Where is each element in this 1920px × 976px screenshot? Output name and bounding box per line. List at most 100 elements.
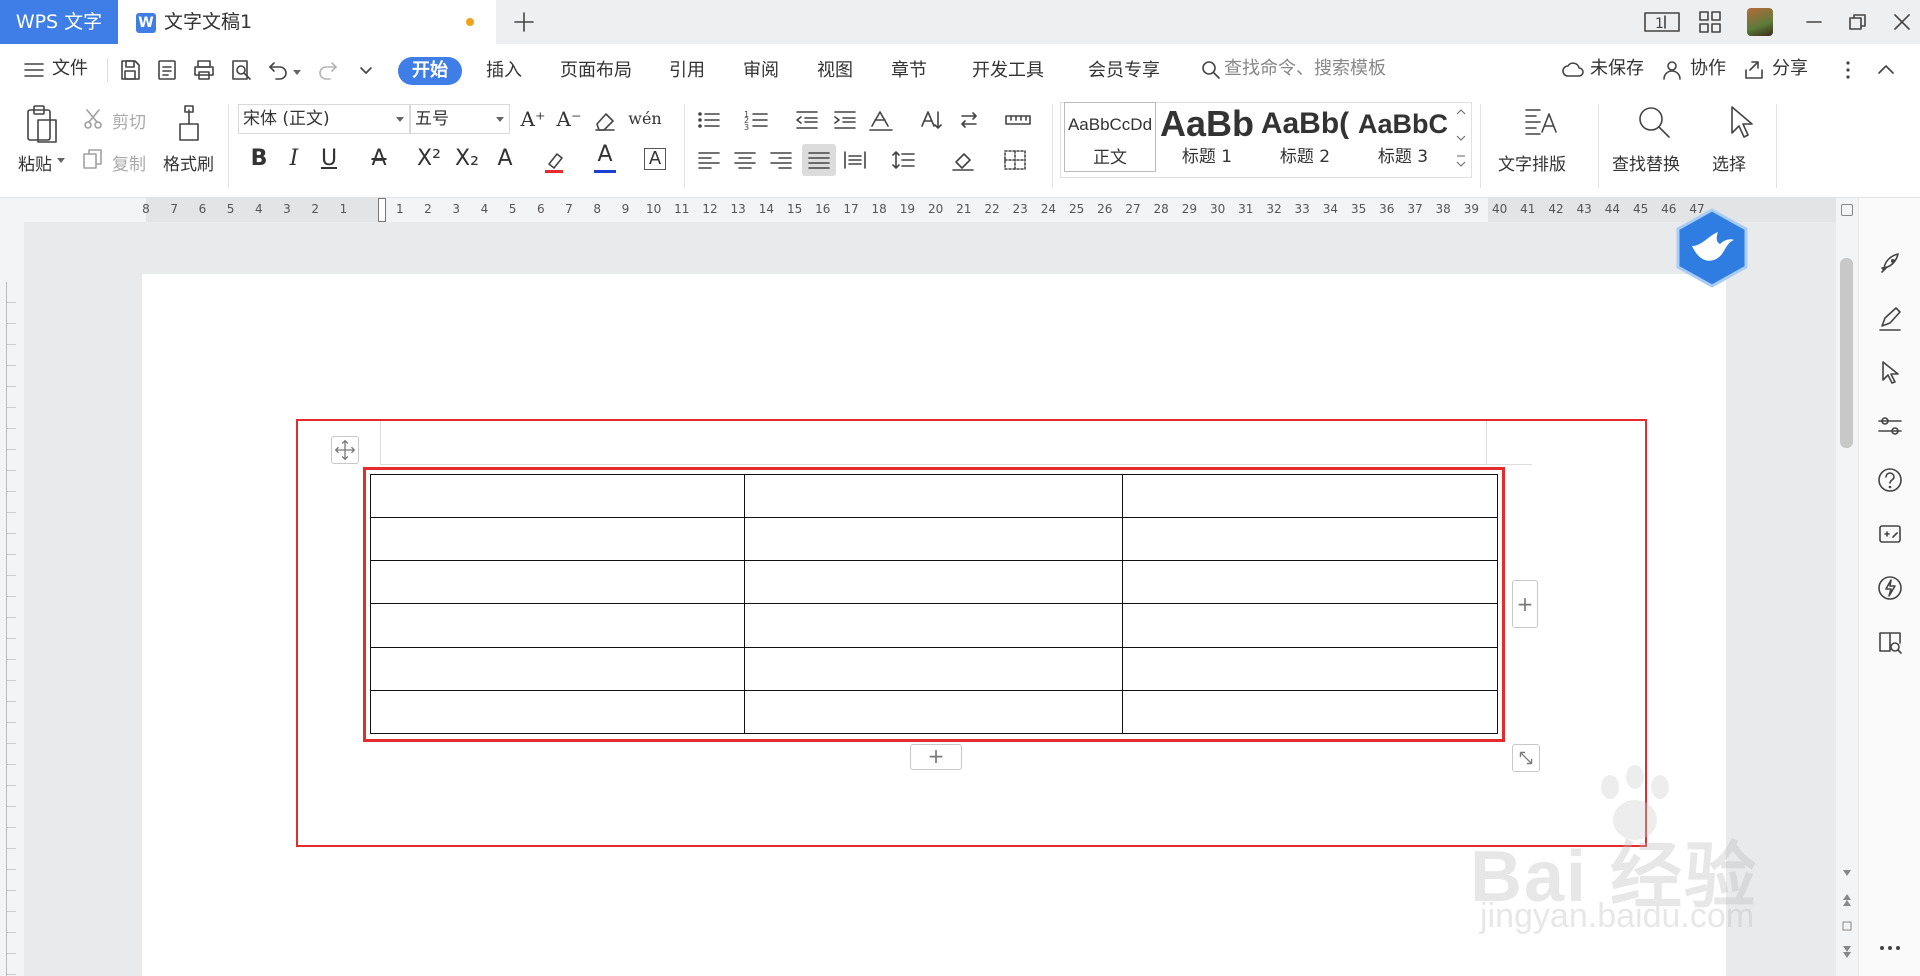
text-direction-icon[interactable]	[868, 108, 894, 132]
minimize-icon[interactable]	[1801, 10, 1827, 34]
tab-references[interactable]: 引用	[667, 57, 707, 85]
style-heading-1[interactable]: AaBb 标题 1	[1160, 102, 1254, 172]
table-cell[interactable]	[370, 646, 745, 691]
paste-icon[interactable]	[24, 104, 60, 146]
numbered-list-icon[interactable]: 123	[744, 108, 770, 132]
copy-icon[interactable]	[82, 148, 104, 170]
shrink-font-icon[interactable]: A⁻	[554, 104, 584, 134]
table-cell[interactable]	[370, 689, 745, 735]
tab-chapter[interactable]: 章节	[889, 57, 929, 85]
horizontal-ruler[interactable]: 8 7 6 5 4 3 2 1 1 2 3 4 5 6 7 8 9 10 11 12 13 14 15 16 17 18 19 20 2…	[0, 198, 1836, 222]
collaborate-button[interactable]: 协作	[1690, 44, 1726, 94]
undo-icon[interactable]	[266, 58, 290, 82]
page-navigation-icon[interactable]	[1841, 870, 1853, 966]
table-cell[interactable]	[743, 689, 1124, 735]
style-heading-3[interactable]: AaBbC 标题 3	[1356, 102, 1450, 172]
clear-format-icon[interactable]	[592, 108, 618, 132]
table-cell[interactable]	[1122, 560, 1498, 605]
cut-icon[interactable]	[82, 108, 104, 130]
italic-icon[interactable]: I	[279, 144, 309, 174]
table-cell[interactable]	[743, 646, 1124, 691]
grid-apps-icon[interactable]	[1697, 10, 1723, 34]
save-icon[interactable]	[118, 58, 142, 82]
distribute-icon[interactable]	[842, 148, 868, 172]
table-move-handle-icon[interactable]	[331, 436, 359, 464]
table-cell[interactable]	[743, 603, 1124, 648]
more-dots-icon[interactable]	[1876, 934, 1904, 962]
tab-review[interactable]: 审阅	[741, 57, 781, 85]
tab-page-layout[interactable]: 页面布局	[558, 57, 634, 85]
vertical-scrollbar[interactable]	[1836, 198, 1858, 976]
paste-button[interactable]: 粘贴	[18, 150, 52, 175]
vertical-ruler[interactable]	[0, 222, 24, 976]
style-normal[interactable]: AaBbCcDd 正文	[1064, 102, 1156, 172]
font-color-icon[interactable]: A	[590, 140, 620, 170]
table-cell[interactable]	[1122, 517, 1498, 562]
assistant-bird-icon[interactable]	[1672, 206, 1752, 290]
table-cell[interactable]	[370, 603, 745, 648]
table-row[interactable]	[370, 560, 1498, 605]
format-painter-icon[interactable]	[174, 104, 204, 146]
export-pdf-icon[interactable]	[155, 58, 179, 82]
table-row[interactable]	[370, 603, 1498, 648]
redo-icon[interactable]	[316, 58, 340, 82]
highlight-color-icon[interactable]	[542, 148, 568, 174]
pen-edit-icon[interactable]	[1876, 304, 1904, 332]
file-menu[interactable]: 文件	[52, 44, 88, 94]
scrollbar-thumb[interactable]	[1840, 258, 1853, 448]
font-size-select[interactable]: 五号	[410, 104, 510, 134]
add-column-button[interactable]: +	[1512, 580, 1538, 628]
tab-developer[interactable]: 开发工具	[970, 57, 1046, 85]
document-table[interactable]	[370, 473, 1498, 735]
copy-button[interactable]: 复制	[112, 150, 146, 175]
decrease-indent-icon[interactable]	[794, 108, 820, 132]
table-cell[interactable]	[1122, 473, 1498, 519]
table-row[interactable]	[370, 517, 1498, 562]
table-cell[interactable]	[370, 560, 745, 605]
select-pointer-icon[interactable]	[1876, 358, 1904, 386]
line-spacing-icon[interactable]	[890, 148, 916, 172]
tab-ruler-icon[interactable]	[1004, 108, 1032, 132]
collapse-ribbon-icon[interactable]	[1874, 58, 1898, 82]
sort-icon[interactable]	[918, 108, 944, 132]
tab-insert[interactable]: 插入	[484, 57, 524, 85]
rocket-icon[interactable]	[1876, 250, 1904, 278]
align-left-icon[interactable]	[696, 148, 722, 172]
document-tab[interactable]: W 文字文稿1	[118, 0, 496, 44]
tab-view[interactable]: 视图	[815, 57, 855, 85]
table-cell[interactable]	[1122, 603, 1498, 648]
borders-icon[interactable]	[1002, 148, 1028, 172]
underline-icon[interactable]: U	[314, 144, 344, 174]
show-marks-icon[interactable]	[956, 108, 982, 132]
customize-toolbar-icon[interactable]	[354, 58, 378, 82]
grow-font-icon[interactable]: A⁺	[518, 104, 548, 134]
more-options-icon[interactable]	[1836, 58, 1860, 82]
restore-icon[interactable]	[1845, 10, 1871, 34]
hamburger-menu-icon[interactable]	[22, 58, 46, 82]
superscript-icon[interactable]: X²	[414, 144, 444, 174]
strikethrough-icon[interactable]: A	[364, 144, 394, 174]
table-cell[interactable]	[743, 560, 1124, 605]
split-view-icon[interactable]	[1841, 204, 1853, 216]
page-view-icon[interactable]: 1	[1643, 10, 1681, 34]
paste-dropdown-icon[interactable]	[57, 158, 65, 164]
command-search-input[interactable]: 查找命令、搜索模板	[1224, 44, 1386, 94]
unsaved-status[interactable]: 未保存	[1590, 44, 1644, 94]
char-border-icon[interactable]: A	[644, 148, 666, 170]
shading-icon[interactable]	[950, 148, 976, 172]
undo-dropdown-icon[interactable]	[293, 70, 301, 76]
settings-sliders-icon[interactable]	[1876, 412, 1904, 440]
text-effect-icon[interactable]: A	[490, 144, 520, 174]
table-cell[interactable]	[370, 473, 745, 519]
add-row-button[interactable]: +	[910, 744, 962, 770]
text-layout-icon[interactable]	[1522, 104, 1558, 140]
align-right-icon[interactable]	[768, 148, 794, 172]
font-name-select[interactable]: 宋体 (正文)	[238, 104, 410, 134]
app-home-tab[interactable]: WPS 文字	[0, 0, 118, 44]
style-heading-2[interactable]: AaBb( 标题 2	[1258, 102, 1352, 172]
find-replace-button[interactable]: 查找替换	[1612, 150, 1680, 175]
style-gallery-scroll-icon[interactable]	[1454, 104, 1468, 176]
share-button[interactable]: 分享	[1772, 44, 1808, 94]
table-cell[interactable]	[1122, 689, 1498, 735]
subscript-icon[interactable]: X₂	[452, 144, 482, 174]
